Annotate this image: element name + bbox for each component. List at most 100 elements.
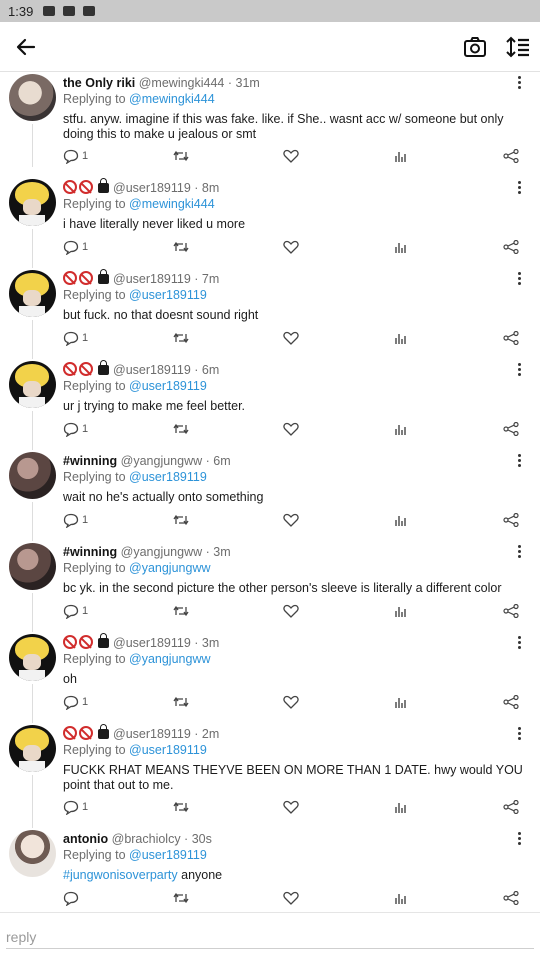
mention-link[interactable]: @mewingki444	[129, 92, 215, 106]
replying-to: Replying to @user189119	[63, 470, 207, 484]
like-button[interactable]	[283, 512, 299, 528]
retweet-button[interactable]	[173, 890, 189, 906]
reply-button[interactable]: 1	[63, 330, 88, 346]
avatar[interactable]	[9, 634, 56, 681]
tweet-content: @user189119 · 6m Replying to @user189119…	[63, 360, 527, 414]
tweet[interactable]: the Only riki @mewingki444 · 31m Replyin…	[0, 72, 540, 167]
more-options-icon[interactable]	[518, 76, 522, 90]
share-button[interactable]	[503, 330, 519, 346]
like-button[interactable]	[283, 890, 299, 906]
avatar[interactable]	[9, 270, 56, 317]
camera-icon[interactable]	[462, 35, 488, 59]
share-button[interactable]	[503, 799, 519, 815]
tweet[interactable]: @user189119 · 7m Replying to @user189119…	[0, 268, 540, 359]
avatar[interactable]	[9, 179, 56, 226]
handle-time: @user189119 · 3m	[113, 636, 220, 650]
more-options-icon[interactable]	[518, 832, 522, 846]
retweet-button[interactable]	[173, 799, 189, 815]
lock-icon	[98, 724, 109, 739]
more-options-icon[interactable]	[518, 272, 522, 286]
share-button[interactable]	[503, 512, 519, 528]
reply-button[interactable]: 1	[63, 694, 88, 710]
like-button[interactable]	[283, 330, 299, 346]
reply-button[interactable]: 1	[63, 799, 88, 815]
avatar[interactable]	[9, 74, 56, 121]
views-button[interactable]	[394, 694, 408, 710]
tweet[interactable]: @user189119 · 3m Replying to @yangjungww…	[0, 632, 540, 723]
display-name[interactable]: #winning	[63, 454, 117, 468]
mention-link[interactable]: @yangjungww	[129, 652, 210, 666]
display-name[interactable]: antonio	[63, 832, 108, 846]
mention-link[interactable]: @user189119	[129, 470, 207, 484]
reply-input[interactable]	[6, 925, 534, 949]
like-button[interactable]	[283, 148, 299, 164]
retweet-button[interactable]	[173, 603, 189, 619]
back-arrow-icon[interactable]	[12, 34, 40, 60]
reply-button[interactable]	[63, 890, 82, 906]
share-button[interactable]	[503, 239, 519, 255]
sort-icon[interactable]	[505, 35, 531, 59]
share-button[interactable]	[503, 890, 519, 906]
tweet[interactable]: antonio @brachiolcy · 30s Replying to @u…	[0, 828, 540, 912]
share-button[interactable]	[503, 421, 519, 437]
tweet[interactable]: #winning @yangjungww · 3m Replying to @y…	[0, 541, 540, 632]
more-options-icon[interactable]	[518, 181, 522, 195]
views-button[interactable]	[394, 239, 408, 255]
reply-button[interactable]: 1	[63, 603, 88, 619]
like-button[interactable]	[283, 799, 299, 815]
views-button[interactable]	[394, 799, 408, 815]
reply-button[interactable]: 1	[63, 239, 88, 255]
share-button[interactable]	[503, 694, 519, 710]
share-button[interactable]	[503, 148, 519, 164]
display-name[interactable]: #winning	[63, 545, 117, 559]
share-button[interactable]	[503, 603, 519, 619]
tweet[interactable]: @user189119 · 2m Replying to @user189119…	[0, 723, 540, 828]
mention-link[interactable]: @user189119	[129, 379, 207, 393]
views-button[interactable]	[394, 890, 408, 906]
more-options-icon[interactable]	[518, 545, 522, 559]
avatar[interactable]	[9, 361, 56, 408]
mention-link[interactable]: @mewingki444	[129, 197, 215, 211]
views-button[interactable]	[394, 512, 408, 528]
views-button[interactable]	[394, 421, 408, 437]
display-name[interactable]: the Only riki	[63, 76, 135, 90]
views-button[interactable]	[394, 603, 408, 619]
like-button[interactable]	[283, 239, 299, 255]
views-button[interactable]	[394, 148, 408, 164]
retweet-button[interactable]	[173, 421, 189, 437]
tweet-text: ur j trying to make me feel better.	[63, 399, 246, 413]
tweet[interactable]: @user189119 · 8m Replying to @mewingki44…	[0, 177, 540, 268]
avatar[interactable]	[9, 830, 56, 877]
hashtag-link[interactable]: #jungwonisoverparty	[63, 868, 178, 882]
like-button[interactable]	[283, 603, 299, 619]
retweet-button[interactable]	[173, 512, 189, 528]
more-options-icon[interactable]	[518, 727, 522, 741]
more-options-icon[interactable]	[518, 454, 522, 468]
reply-button[interactable]: 1	[63, 421, 88, 437]
tweet[interactable]: #winning @yangjungww · 6m Replying to @u…	[0, 450, 540, 541]
no-entry-icon	[79, 635, 93, 649]
retweet-button[interactable]	[173, 330, 189, 346]
reply-thread-feed[interactable]: the Only riki @mewingki444 · 31m Replyin…	[0, 72, 540, 912]
more-options-icon[interactable]	[518, 363, 522, 377]
mention-link[interactable]: @user189119	[129, 848, 207, 862]
tweet[interactable]: @user189119 · 6m Replying to @user189119…	[0, 359, 540, 450]
avatar[interactable]	[9, 543, 56, 590]
mention-link[interactable]: @yangjungww	[129, 561, 210, 575]
reply-button[interactable]: 1	[63, 512, 88, 528]
views-button[interactable]	[394, 330, 408, 346]
avatar[interactable]	[9, 725, 56, 772]
like-button[interactable]	[283, 694, 299, 710]
tweet-text: oh	[63, 672, 77, 686]
retweet-button[interactable]	[173, 694, 189, 710]
retweet-button[interactable]	[173, 239, 189, 255]
reply-button[interactable]: 1	[63, 148, 88, 164]
mention-link[interactable]: @user189119	[129, 288, 207, 302]
retweet-button[interactable]	[173, 148, 189, 164]
mention-link[interactable]: @user189119	[129, 743, 207, 757]
more-options-icon[interactable]	[518, 636, 522, 650]
tweet-header: @user189119 · 8m	[63, 178, 527, 196]
tweet-header: @user189119 · 2m	[63, 724, 527, 742]
like-button[interactable]	[283, 421, 299, 437]
avatar[interactable]	[9, 452, 56, 499]
